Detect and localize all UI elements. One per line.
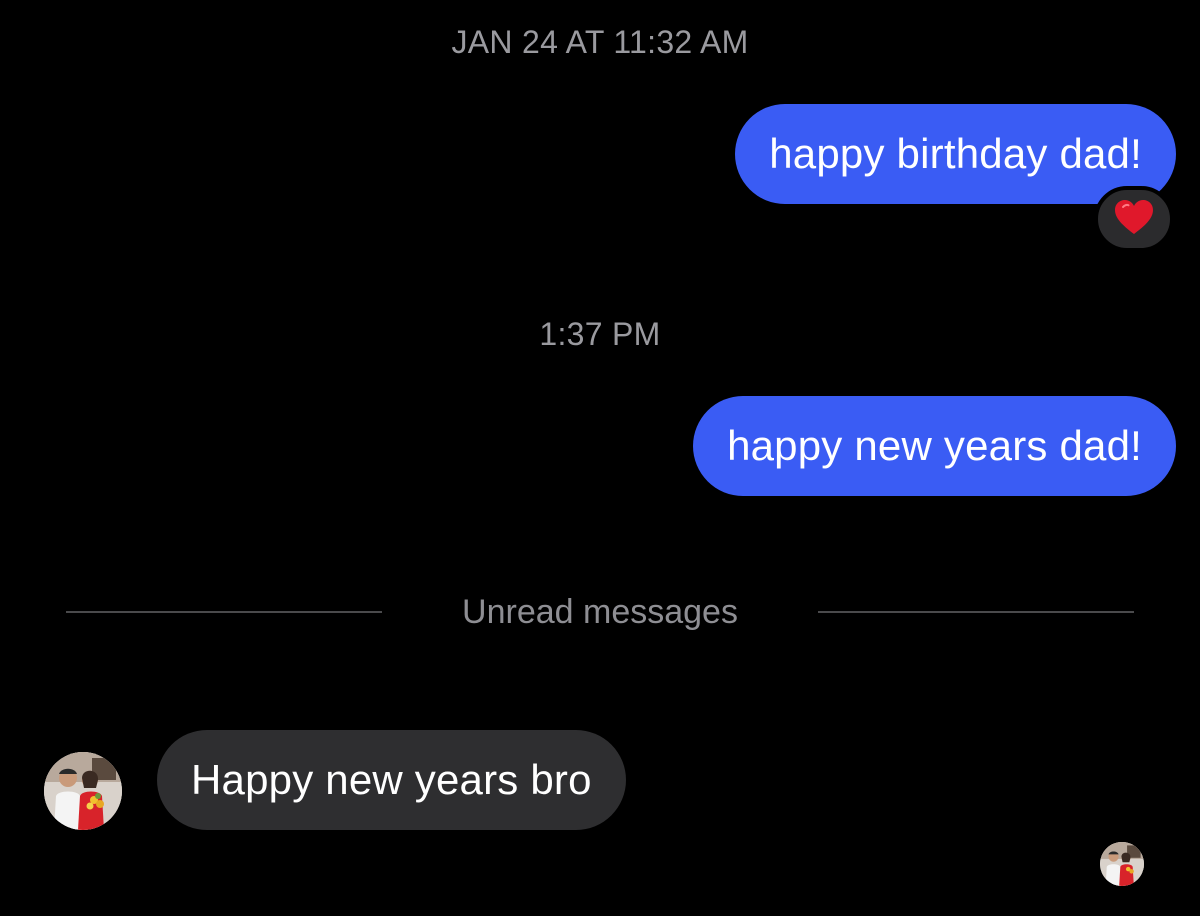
avatar-photo [44, 752, 122, 830]
outgoing-message-new-years[interactable]: happy new years dad! [693, 396, 1176, 496]
read-receipt-avatar [1100, 842, 1144, 886]
unread-divider: Unread messages [66, 592, 1134, 632]
reaction-badge[interactable] [1094, 186, 1174, 252]
avatar-photo-small [1100, 842, 1144, 886]
incoming-message[interactable]: Happy new years bro [157, 730, 626, 830]
outgoing-message-birthday[interactable]: happy birthday dad! [735, 104, 1176, 204]
divider-line-right [818, 611, 1134, 613]
sender-avatar[interactable] [44, 752, 122, 830]
timestamp-1: JAN 24 AT 11:32 AM [451, 24, 749, 60]
timestamp-2: 1:37 PM [539, 316, 661, 352]
red-heart-icon [1114, 199, 1154, 240]
